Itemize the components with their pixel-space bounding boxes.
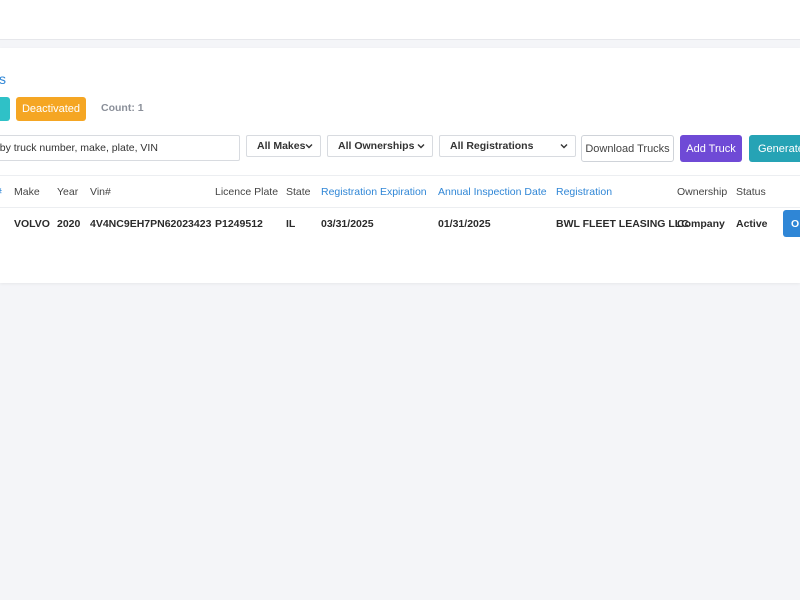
column-header-plate[interactable]: Licence Plate (215, 186, 278, 198)
chevron-down-icon (560, 144, 568, 149)
cell-state: IL (286, 218, 296, 230)
makes-select-value: All Makes (257, 140, 306, 152)
cell-status: Active (736, 218, 768, 230)
column-header-registration-expiration[interactable]: Registration Expiration (321, 186, 427, 198)
cell-annual-inspection: 01/31/2025 (438, 218, 491, 230)
generate-button[interactable]: Generate (749, 135, 800, 162)
column-header-vin[interactable]: Vin# (90, 186, 111, 198)
cell-year: 2020 (57, 218, 81, 230)
page-title: s (0, 71, 6, 87)
top-bar (0, 0, 800, 40)
table-top-divider (0, 175, 800, 176)
ownerships-select[interactable]: All Ownerships (327, 135, 433, 157)
cell-vin: 4V4NC9EH7PN62023423 (90, 218, 212, 230)
search-box (0, 135, 240, 161)
download-trucks-button[interactable]: Download Trucks (581, 135, 674, 162)
row-action-button[interactable]: O (783, 210, 800, 237)
column-header-registration[interactable]: Registration (556, 186, 612, 198)
chevron-down-icon (305, 144, 313, 149)
column-header-year[interactable]: Year (57, 186, 78, 198)
cell-registration-expiration: 03/31/2025 (321, 218, 374, 230)
ownerships-select-value: All Ownerships (338, 140, 415, 152)
registrations-select-value: All Registrations (450, 140, 534, 152)
trucks-card (0, 48, 800, 283)
search-input[interactable] (0, 136, 239, 160)
column-header-ownership[interactable]: Ownership (677, 186, 727, 198)
cell-plate: P1249512 (215, 218, 263, 230)
add-truck-button[interactable]: Add Truck (680, 135, 742, 162)
column-header-make[interactable]: Make (14, 186, 40, 198)
chevron-down-icon (417, 144, 425, 149)
makes-select[interactable]: All Makes (246, 135, 321, 157)
registrations-select[interactable]: All Registrations (439, 135, 576, 157)
column-header-status[interactable]: Status (736, 186, 766, 198)
count-label: Count: 1 (101, 102, 144, 114)
active-filter-button[interactable] (0, 97, 10, 121)
deactivated-filter-button[interactable]: Deactivated (16, 97, 86, 121)
table-header-divider (0, 207, 800, 208)
column-header-state[interactable]: State (286, 186, 311, 198)
cell-make: VOLVO (14, 218, 50, 230)
cell-registration: BWL FLEET LEASING LLC (556, 218, 689, 230)
column-header-number[interactable]: # (0, 186, 2, 198)
cell-ownership: Company (677, 218, 725, 230)
column-header-annual-inspection[interactable]: Annual Inspection Date (438, 186, 547, 198)
